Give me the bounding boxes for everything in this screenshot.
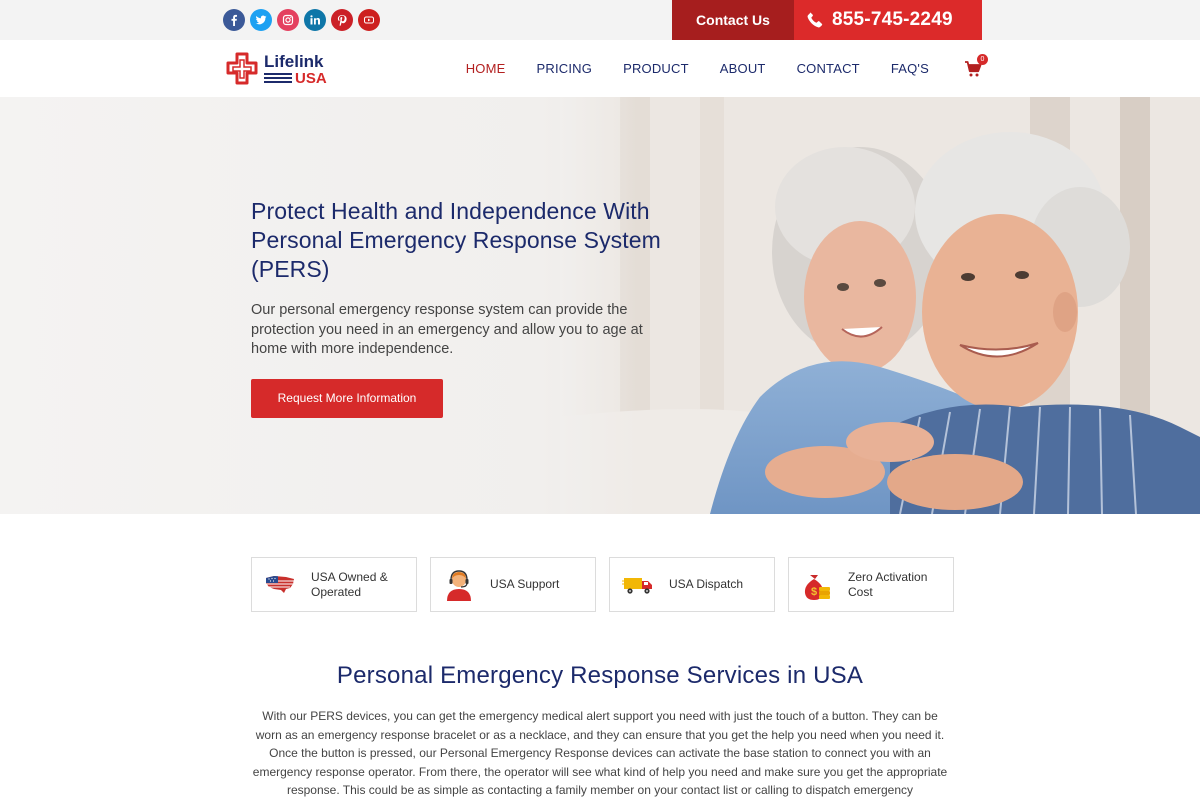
svg-text:$: $ (811, 586, 817, 598)
request-info-button[interactable]: Request More Information (251, 378, 443, 418)
hero-title: Protect Health and Independence With Per… (251, 198, 661, 282)
feature-cards: USA Owned & Operated USA Support USA Dis… (251, 557, 954, 612)
contact-us-button[interactable]: Contact Us (672, 0, 794, 40)
twitter-icon[interactable] (250, 9, 272, 31)
instagram-icon[interactable] (277, 9, 299, 31)
feature-label: USA Dispatch (669, 577, 744, 591)
nav-item-about[interactable]: ABOUT (720, 61, 766, 76)
section-body-text: With our PERS devices, you can get the e… (252, 709, 948, 797)
logo-stripes (264, 73, 292, 83)
top-bar: Contact Us 855-745-2249 (0, 0, 1200, 40)
youtube-icon[interactable] (358, 9, 380, 31)
usa-map-flag-icon (263, 568, 297, 602)
cart-icon[interactable]: 0 (964, 53, 988, 78)
site-logo[interactable]: Lifelink USA (225, 50, 335, 88)
feature-card: $ Zero Activation Cost (788, 557, 954, 612)
phone-icon (806, 11, 824, 29)
nav-item-product[interactable]: PRODUCT (623, 61, 689, 76)
hero-description: Our personal emergency response system c… (251, 302, 643, 357)
feature-card: USA Owned & Operated (251, 557, 417, 612)
money-bag-icon: $ (800, 568, 834, 602)
feature-label: USA Owned & Operated (311, 569, 388, 599)
hero-banner: Protect Health and Independence With Per… (0, 97, 1200, 514)
feature-card: USA Support (430, 557, 596, 612)
feature-label: Zero Activation Cost (848, 569, 928, 599)
support-agent-icon (442, 568, 476, 602)
nav-item-contact[interactable]: CONTACT (797, 61, 860, 76)
nav-item-pricing[interactable]: PRICING (537, 61, 593, 76)
feature-card: USA Dispatch (609, 557, 775, 612)
nav-item-home[interactable]: HOME (466, 61, 506, 76)
facebook-icon[interactable] (223, 9, 245, 31)
medical-cross-icon (225, 52, 259, 86)
delivery-truck-icon (621, 568, 655, 602)
logo-name: Lifelink (264, 51, 324, 71)
main-navbar: Lifelink USA HOME PRICING PRODUCT ABOUT … (0, 40, 1200, 97)
logo-country: USA (295, 69, 327, 87)
pinterest-icon[interactable] (331, 9, 353, 31)
phone-number: 855-745-2249 (832, 9, 953, 30)
nav-menu: HOME PRICING PRODUCT ABOUT CONTACT FAQ'S… (466, 40, 988, 97)
phone-button[interactable]: 855-745-2249 (794, 0, 982, 40)
feature-label: USA Support (490, 577, 560, 591)
nav-item-faqs[interactable]: FAQ'S (891, 61, 929, 76)
hero-content: Protect Health and Independence With Per… (251, 197, 661, 418)
linkedin-icon[interactable] (304, 9, 326, 31)
cart-count-badge: 0 (977, 53, 988, 65)
section-title: Personal Emergency Response Services in … (336, 662, 864, 689)
social-links (223, 9, 380, 31)
